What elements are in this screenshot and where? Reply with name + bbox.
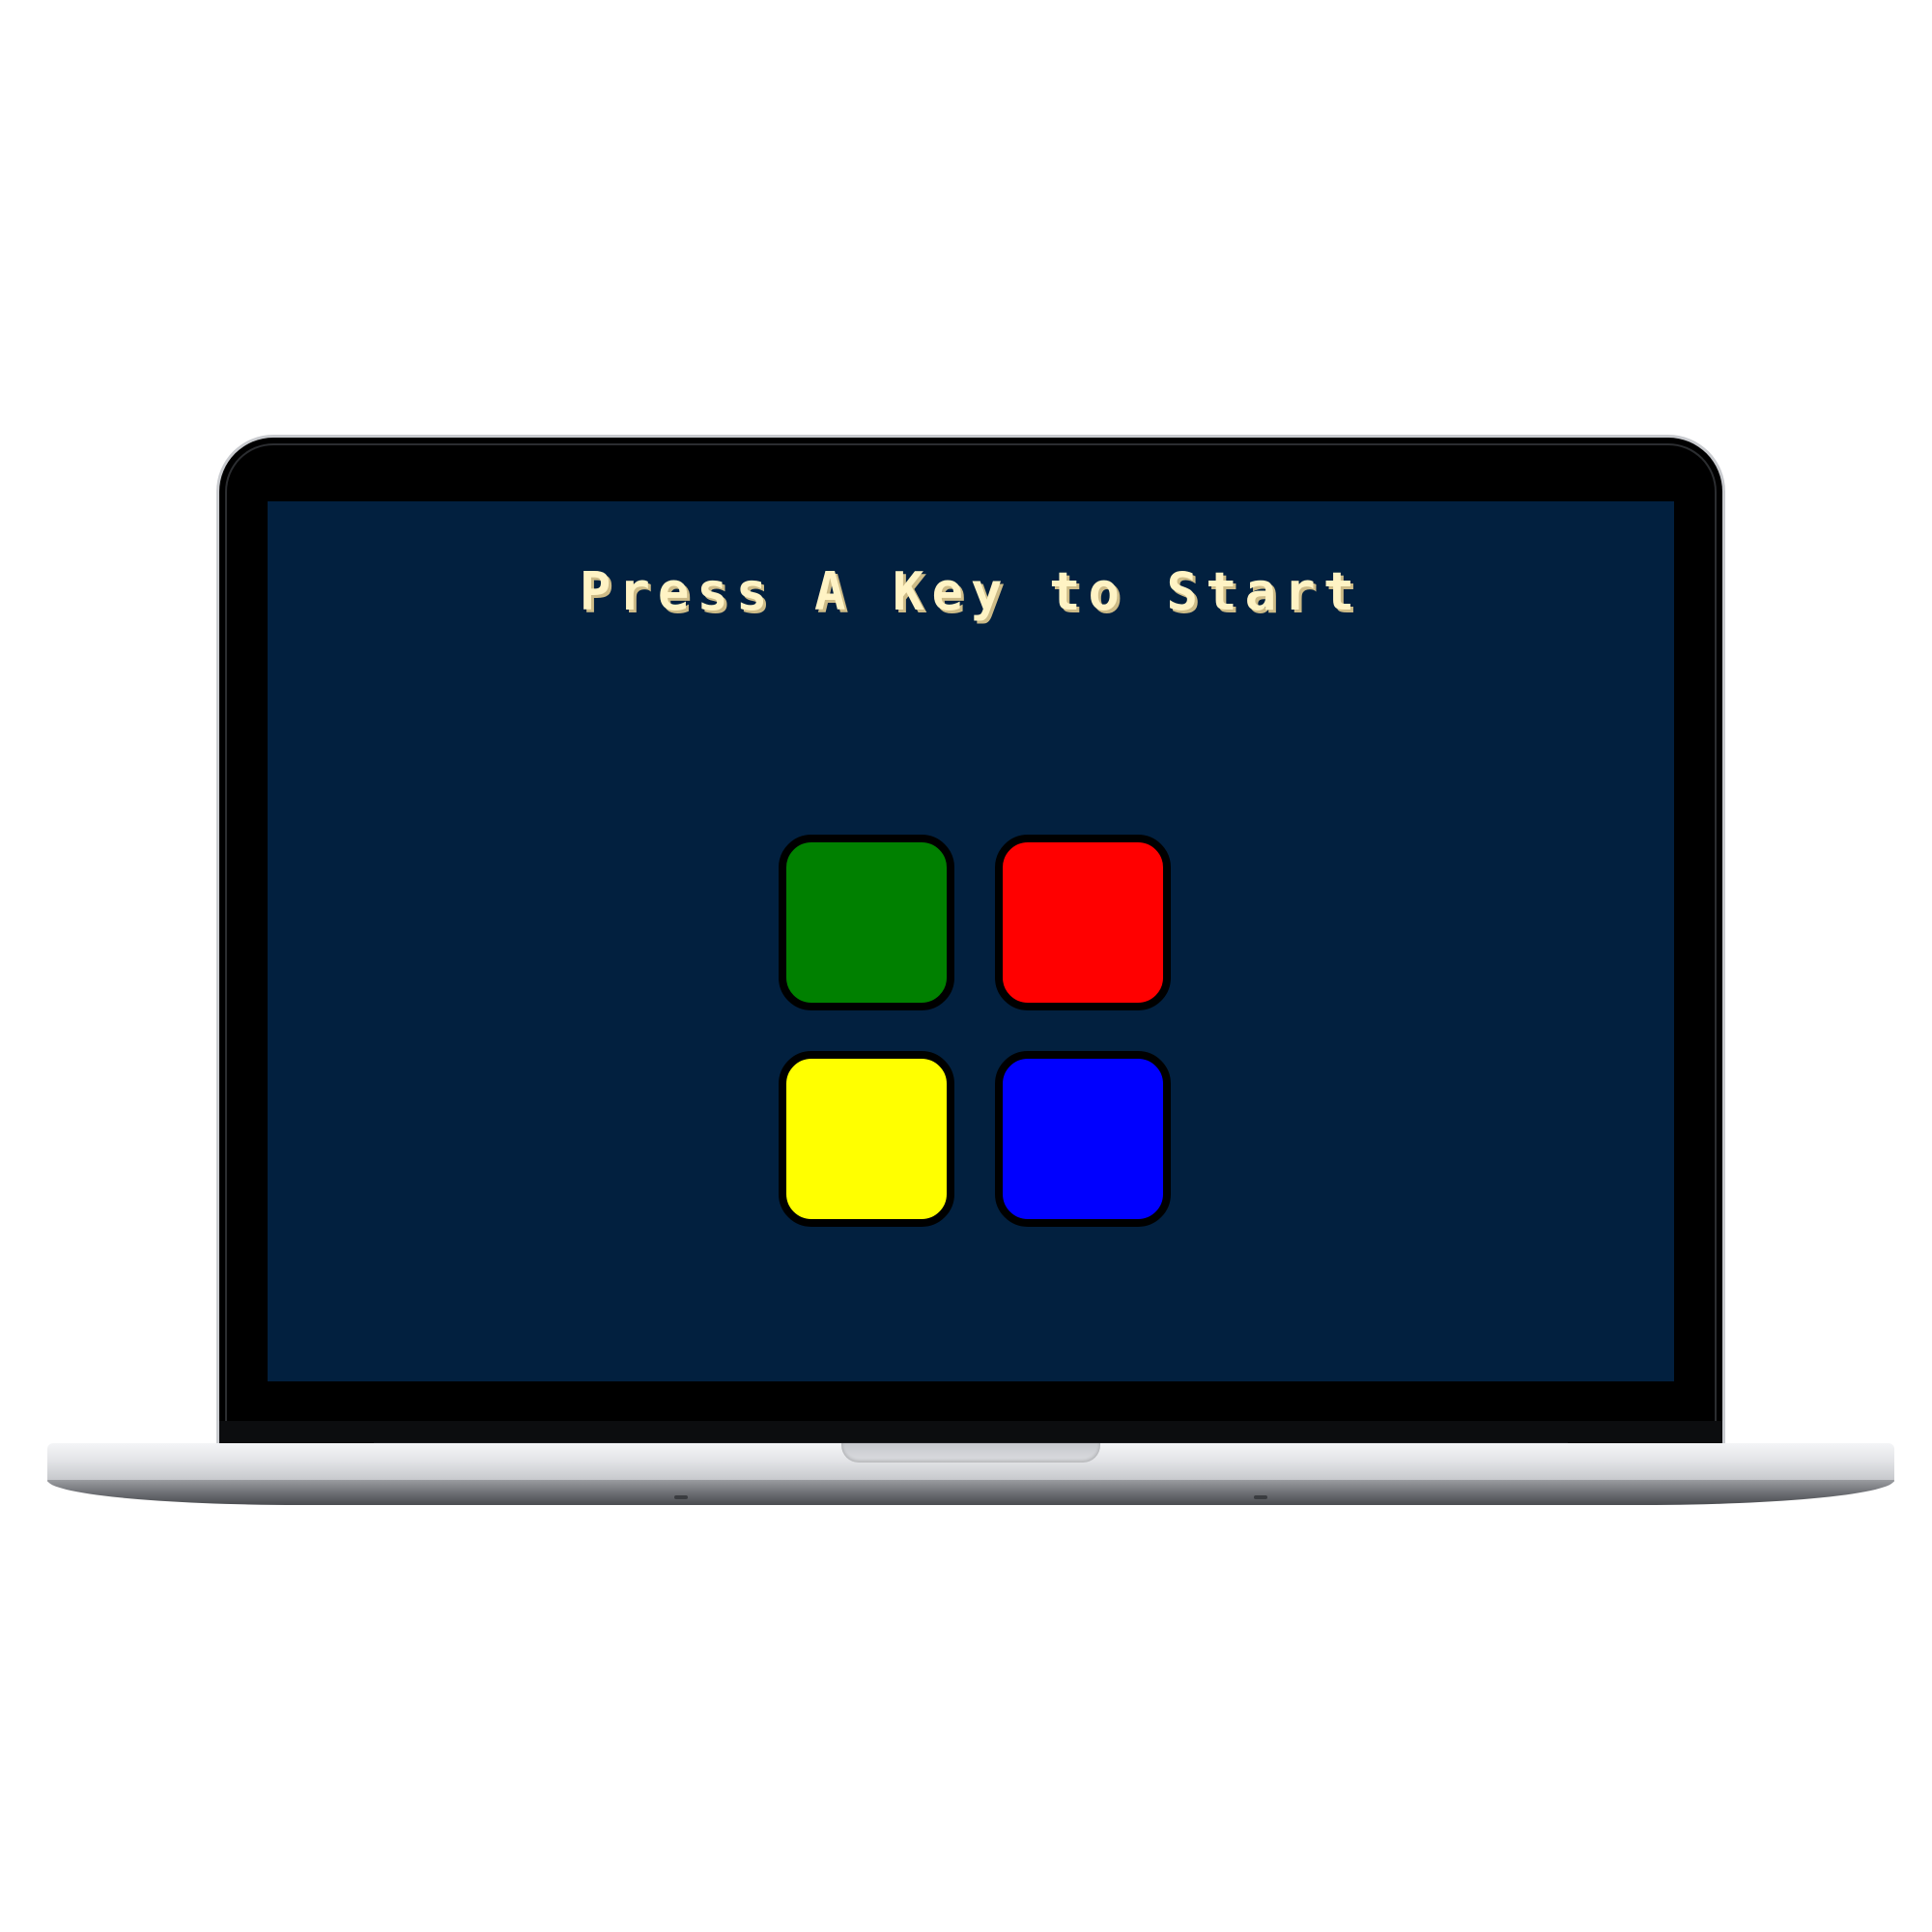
laptop-base-underside xyxy=(47,1480,1894,1505)
start-prompt: Press A Key to Start xyxy=(579,561,1363,622)
lid-open-notch xyxy=(841,1443,1100,1463)
blue-pad[interactable] xyxy=(995,1051,1171,1227)
base-foot-right xyxy=(1254,1495,1267,1499)
green-pad[interactable] xyxy=(779,835,954,1010)
game-screen[interactable]: Press A Key to Start xyxy=(268,501,1674,1381)
laptop-mockup: Press A Key to Start xyxy=(0,0,1932,1932)
red-pad[interactable] xyxy=(995,835,1171,1010)
base-foot-left xyxy=(674,1495,688,1499)
yellow-pad[interactable] xyxy=(779,1051,954,1227)
